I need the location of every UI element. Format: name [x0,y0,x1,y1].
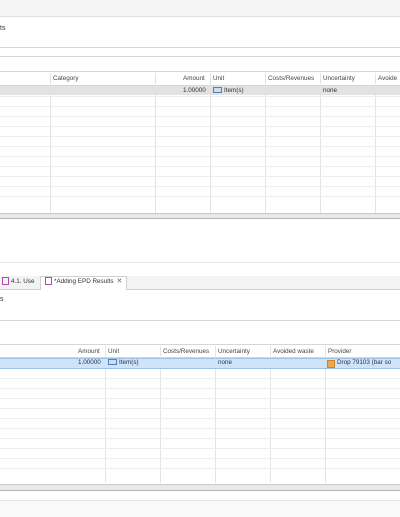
row-line [0,196,400,197]
amount-cell[interactable]: 1.00000 [183,87,206,95]
tab-adding-epd-results[interactable]: *Adding EPD Results ✕ [40,276,128,290]
row-line [0,428,400,429]
column-header-amount[interactable]: Amount [183,75,205,83]
provider-cell[interactable]: Drop 79103 (bar so [337,359,391,367]
horizontal-scrollbar[interactable] [0,213,400,219]
row-line [0,166,400,167]
column-header-amount[interactable]: Amount [78,348,100,356]
row-line [0,458,400,459]
row-line [0,156,400,157]
top-window-strip [0,0,400,17]
column-header-uncertainty[interactable]: Uncertainty [323,75,355,83]
horizontal-scrollbar[interactable] [0,484,400,491]
row-line [0,378,400,379]
row-line [0,106,400,107]
unit-icon [213,87,222,94]
table-row-selected[interactable]: 1.00000 Item(s) none Drop 79103 (bar so [0,358,400,369]
top-section-title: ts [0,25,6,32]
top-table-header: Category Amount Unit Costs/Revenues Unce… [0,73,400,86]
row-line [0,126,400,127]
row-line [0,398,400,399]
tab-label: 4.1. Use [11,278,35,285]
row-line [0,388,400,389]
column-header-avoided-waste[interactable]: Avoided waste [273,348,314,356]
divider [0,262,400,263]
row-line [0,96,400,97]
process-box-icon [2,277,9,286]
divider [0,71,400,72]
column-header-category[interactable]: Category [53,75,79,83]
row-line [0,146,400,147]
divider [0,320,400,321]
uncertainty-cell[interactable]: none [323,87,337,95]
unit-label: Item(s) [119,359,139,366]
status-strip [0,500,400,517]
column-header-costs-revenues[interactable]: Costs/Revenues [268,75,314,83]
divider [0,47,400,48]
column-header-unit[interactable]: Unit [108,348,119,356]
bottom-table-header: Amount Unit Costs/Revenues Uncertainty A… [0,346,400,358]
uncertainty-cell[interactable]: none [218,359,232,367]
column-header-avoided[interactable]: Avoide [378,75,397,83]
tab-label: *Adding EPD Results [54,278,114,285]
tab-use[interactable]: 4.1. Use [0,277,38,287]
table-row-selected[interactable]: 1.00000 Item(s) none [0,86,400,95]
row-line [0,136,400,137]
row-line [0,438,400,439]
unit-cell[interactable]: Item(s) [108,359,139,367]
unit-icon [108,359,117,366]
unit-cell[interactable]: Item(s) [213,87,244,95]
row-line [0,468,400,469]
close-icon[interactable]: ✕ [117,278,123,285]
divider [0,344,400,345]
row-line [0,116,400,117]
row-line [0,186,400,187]
column-header-unit[interactable]: Unit [213,75,224,83]
process-box-icon [45,277,52,286]
row-line [0,408,400,409]
row-line [0,448,400,449]
column-header-provider[interactable]: Provider [328,348,351,356]
amount-cell[interactable]: 1.00000 [78,359,101,367]
row-line [0,176,400,177]
column-header-uncertainty[interactable]: Uncertainty [218,348,250,356]
row-line [0,418,400,419]
divider [0,56,400,57]
column-header-costs-revenues[interactable]: Costs/Revenues [163,348,209,356]
bottom-section-title: s [0,296,4,303]
unit-label: Item(s) [224,87,244,94]
provider-icon [327,360,335,368]
